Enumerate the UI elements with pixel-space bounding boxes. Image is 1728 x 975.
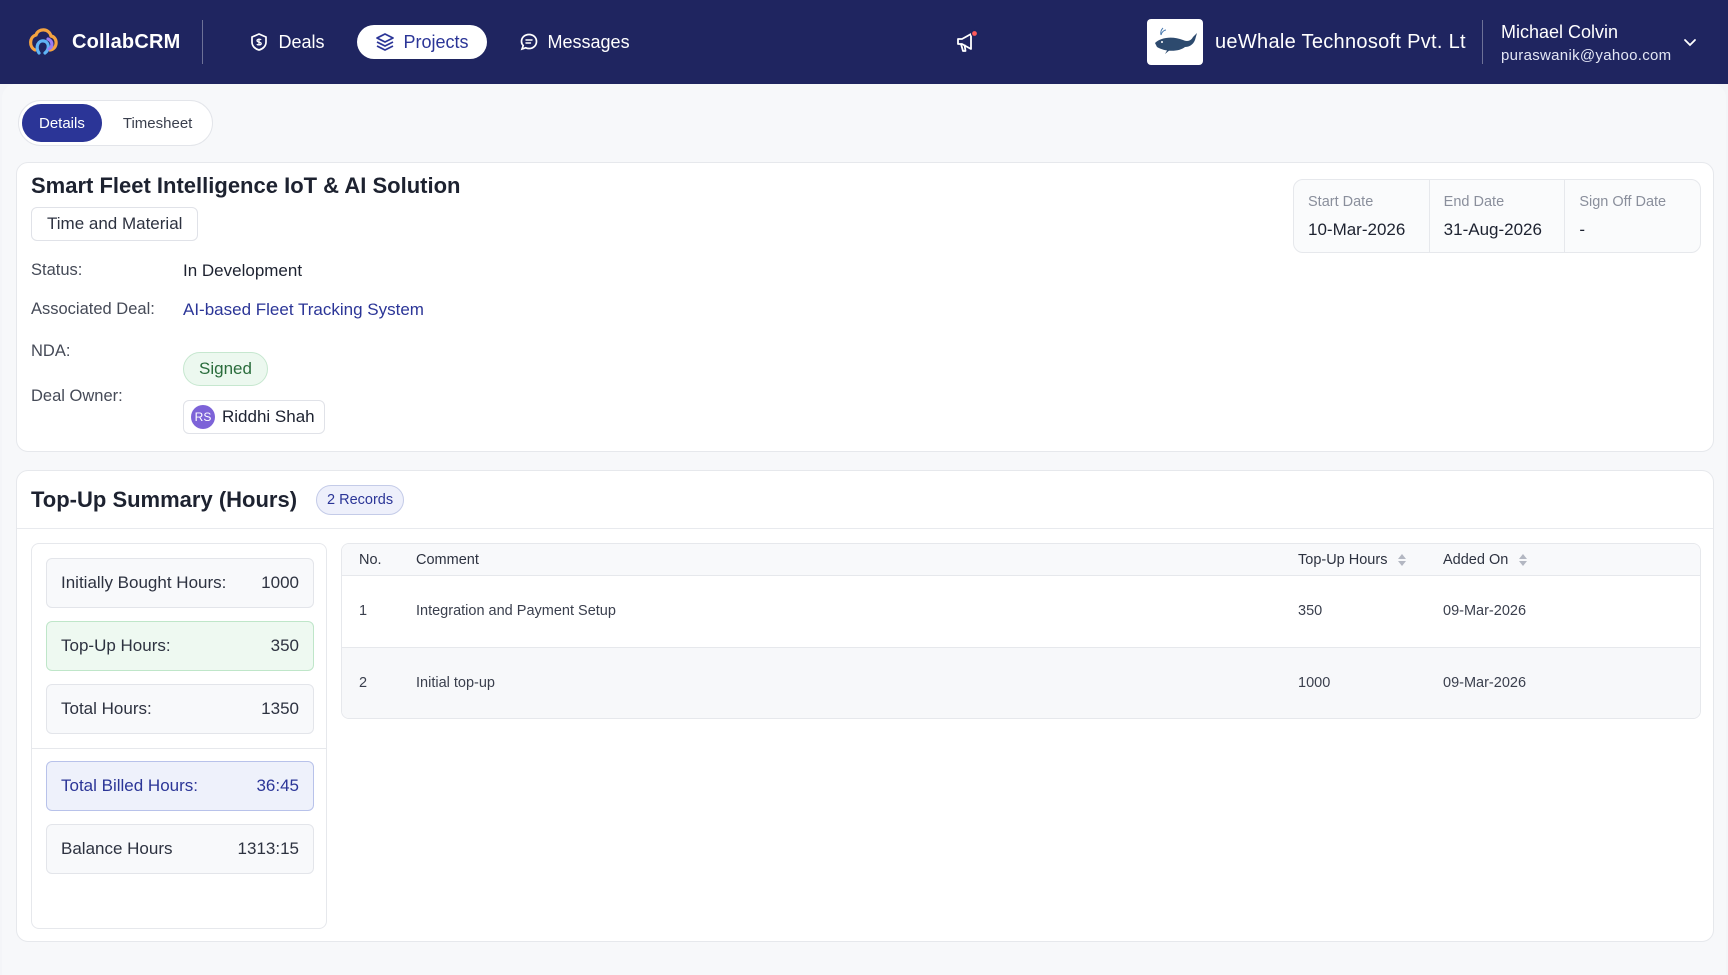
topup-title: Top-Up Summary (Hours) <box>31 487 298 512</box>
hour-label: Initially Bought Hours: <box>61 573 227 592</box>
nav-item-messages[interactable]: Messages <box>501 25 648 59</box>
hour-value: 1350 <box>261 699 299 718</box>
records-count-badge: 2 Records <box>316 485 405 515</box>
date-label: End Date <box>1443 194 1505 210</box>
org-logo <box>1147 19 1203 65</box>
nav-item-deals[interactable]: Deals <box>231 25 342 59</box>
divider <box>32 748 326 749</box>
layers-icon <box>375 33 394 51</box>
date-label: Start Date <box>1308 194 1374 210</box>
hour-value: 1000 <box>261 573 299 592</box>
total-hours: Total Hours: 1350 <box>46 684 314 734</box>
cell-comment: Initial top-up <box>416 675 495 691</box>
project-title: Smart Fleet Intelligence IoT & AI Soluti… <box>31 173 461 198</box>
cell-comment: Integration and Payment Setup <box>416 603 616 619</box>
project-details-card: Smart Fleet Intelligence IoT & AI Soluti… <box>16 162 1714 452</box>
user-menu[interactable]: Michael Colvin puraswanik@yahoo.com <box>1501 22 1671 64</box>
column-header-comment: Comment <box>416 552 479 568</box>
nda-status-badge: Signed <box>183 352 268 386</box>
table-header: No. Comment Top-Up Hours Added On <box>342 544 1700 576</box>
hours-summary-panel: Initially Bought Hours: 1000 Top-Up Hour… <box>31 543 327 929</box>
column-header-label: Top-Up Hours <box>1298 552 1388 568</box>
shield-icon <box>251 33 268 51</box>
start-date: Start Date 10-Mar-2026 <box>1294 180 1430 252</box>
topup-hours: Top-Up Hours: 350 <box>46 621 314 671</box>
topup-summary-card: Top-Up Summary (Hours) 2 Records Initial… <box>16 470 1714 942</box>
sort-icon <box>1519 554 1528 566</box>
hour-label: Total Billed Hours: <box>61 776 199 795</box>
balance-hours: Balance Hours 1313:15 <box>46 824 314 874</box>
status-value: In Development <box>183 261 303 280</box>
cell-added-on: 09-Mar-2026 <box>1443 603 1527 619</box>
whale-icon <box>1155 27 1197 54</box>
chat-icon <box>520 33 537 51</box>
deal-owner-label: Deal Owner: <box>31 387 123 405</box>
column-header-no: No. <box>359 552 382 568</box>
cell-no: 2 <box>359 675 368 691</box>
sort-icon <box>1398 554 1407 566</box>
initially-bought-hours: Initially Bought Hours: 1000 <box>46 558 314 608</box>
organization[interactable]: ueWhale Technosoft Pvt. Lt <box>1147 19 1466 65</box>
nav-divider <box>202 20 204 64</box>
nav-item-label: Messages <box>547 31 630 52</box>
associated-deal-link[interactable]: AI-based Fleet Tracking System <box>183 300 424 320</box>
topup-table: No. Comment Top-Up Hours Added On 1 Inte… <box>341 543 1701 719</box>
total-billed-hours: Total Billed Hours: 36:45 <box>46 761 314 811</box>
nav-item-projects[interactable]: Projects <box>356 25 487 59</box>
user-name: Michael Colvin <box>1501 22 1619 42</box>
topup-header: Top-Up Summary (Hours) 2 Records <box>17 471 1713 529</box>
detail-tabs: Details Timesheet <box>18 100 214 146</box>
announcement-icon[interactable] <box>953 28 981 56</box>
top-navbar: CollabCRM Deals Projects Messages ueWhal… <box>0 0 1728 84</box>
deal-owner-chip[interactable]: RS Riddhi Shah <box>183 400 325 434</box>
column-header-topup-hours[interactable]: Top-Up Hours <box>1298 552 1407 568</box>
avatar: RS <box>191 405 215 429</box>
associated-deal-label: Associated Deal: <box>31 300 155 318</box>
hour-value: 36:45 <box>256 776 299 795</box>
column-header-added-on[interactable]: Added On <box>1443 552 1528 568</box>
user-divider <box>1482 20 1483 64</box>
main-nav: Deals Projects Messages <box>231 25 647 59</box>
hour-label: Balance Hours <box>61 839 173 858</box>
chevron-down-icon[interactable] <box>1682 34 1698 50</box>
table-row: 2 Initial top-up 1000 09-Mar-2026 <box>342 647 1700 718</box>
cell-topup-hours: 1000 <box>1298 675 1331 691</box>
nda-label: NDA: <box>31 342 71 360</box>
status-label: Status: <box>31 261 83 279</box>
billing-type-badge: Time and Material <box>31 207 199 241</box>
tab-details[interactable]: Details <box>22 104 102 142</box>
deal-owner-name: Riddhi Shah <box>222 407 315 426</box>
main-content: Details Timesheet Smart Fleet Intelligen… <box>2 84 1726 975</box>
cell-added-on: 09-Mar-2026 <box>1443 675 1527 691</box>
project-dates: Start Date 10-Mar-2026 End Date 31-Aug-2… <box>1293 179 1701 253</box>
date-value: 31-Aug-2026 <box>1443 220 1542 239</box>
date-label: Sign Off Date <box>1579 194 1667 210</box>
cell-no: 1 <box>359 603 368 619</box>
date-value: - <box>1579 220 1586 239</box>
hour-label: Top-Up Hours: <box>61 636 171 655</box>
brand[interactable]: CollabCRM <box>26 25 180 59</box>
hour-value: 350 <box>270 636 299 655</box>
column-header-label: Added On <box>1443 552 1509 568</box>
user-email: puraswanik@yahoo.com <box>1501 47 1672 64</box>
nav-item-label: Deals <box>278 31 325 52</box>
date-value: 10-Mar-2026 <box>1308 220 1406 239</box>
sign-off-date: Sign Off Date - <box>1565 180 1700 252</box>
end-date: End Date 31-Aug-2026 <box>1430 180 1566 252</box>
hour-label: Total Hours: <box>61 699 152 718</box>
org-name: ueWhale Technosoft Pvt. Lt <box>1215 30 1466 53</box>
collabcrm-logo-icon <box>29 28 58 55</box>
brand-name: CollabCRM <box>72 30 181 53</box>
hour-value: 1313:15 <box>237 839 299 858</box>
tab-timesheet[interactable]: Timesheet <box>106 104 209 142</box>
table-row: 1 Integration and Payment Setup 350 09-M… <box>342 576 1700 647</box>
nav-item-label: Projects <box>403 31 469 52</box>
cell-topup-hours: 350 <box>1298 603 1323 619</box>
